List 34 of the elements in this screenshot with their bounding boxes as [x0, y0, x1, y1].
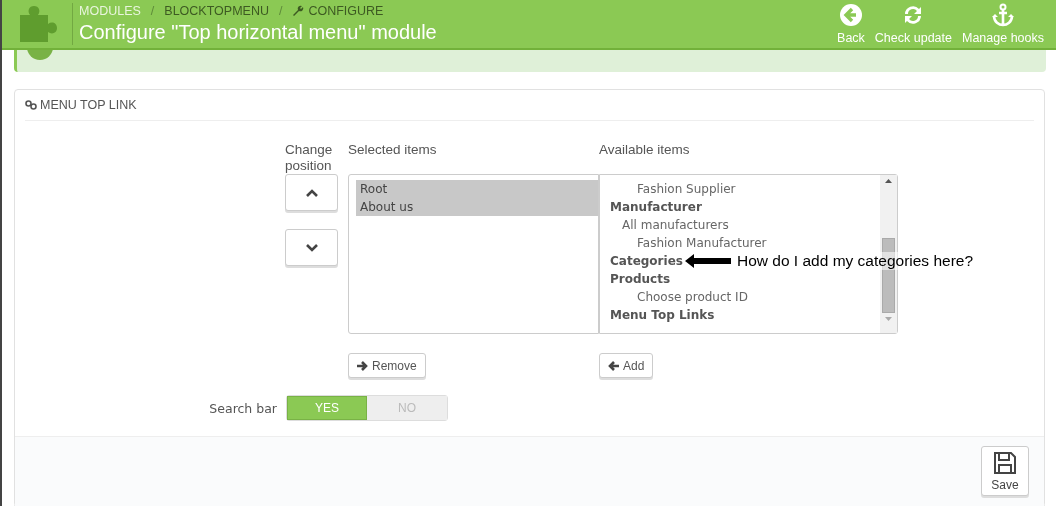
- list-option[interactable]: About us: [356, 198, 598, 216]
- add-button[interactable]: Add: [599, 353, 654, 378]
- list-option[interactable]: Products: [610, 270, 671, 288]
- list-option[interactable]: Menu Top Links: [610, 306, 715, 324]
- breadcrumb-link[interactable]: BLOCKTOPMENU: [164, 4, 269, 18]
- list-option[interactable]: Manufacturer: [610, 198, 702, 216]
- breadcrumb-separator: /: [150, 4, 155, 18]
- field-label: Search bar: [208, 400, 278, 416]
- wrench-icon: [292, 5, 305, 17]
- breadcrumb-separator: /: [278, 4, 283, 18]
- save-button[interactable]: Save: [981, 446, 1029, 496]
- chevron-down-icon: [305, 243, 318, 252]
- scroll-down-icon: [885, 317, 892, 321]
- field-label: Change position: [285, 142, 334, 174]
- list-option[interactable]: Root: [356, 180, 598, 198]
- arrow-icon: [685, 254, 731, 268]
- right-arrow-icon: [357, 360, 368, 371]
- anchor-icon: [991, 3, 1015, 27]
- list-option[interactable]: Fashion Supplier: [610, 180, 736, 198]
- chevron-up-icon: [305, 188, 318, 197]
- field-label: Available items: [599, 142, 690, 159]
- page-title: Configure "Top horizontal menu" module: [79, 21, 437, 44]
- list-option[interactable]: Choose product ID: [610, 288, 748, 306]
- link-icon: [25, 100, 37, 110]
- field-label: Selected items: [348, 142, 437, 159]
- list-option[interactable]: Fashion Manufacturer: [610, 234, 767, 252]
- list-option[interactable]: All manufacturers: [610, 216, 729, 234]
- selected-items-list[interactable]: Root About us: [348, 174, 599, 334]
- breadcrumb-link[interactable]: CONFIGURE: [308, 4, 384, 18]
- scroll-up-icon: [885, 179, 892, 183]
- left-arrow-icon: [608, 360, 619, 371]
- panel-heading: MENU TOP LINK: [40, 98, 137, 112]
- list-option[interactable]: Categories: [610, 252, 683, 270]
- remove-button[interactable]: Remove: [348, 353, 426, 378]
